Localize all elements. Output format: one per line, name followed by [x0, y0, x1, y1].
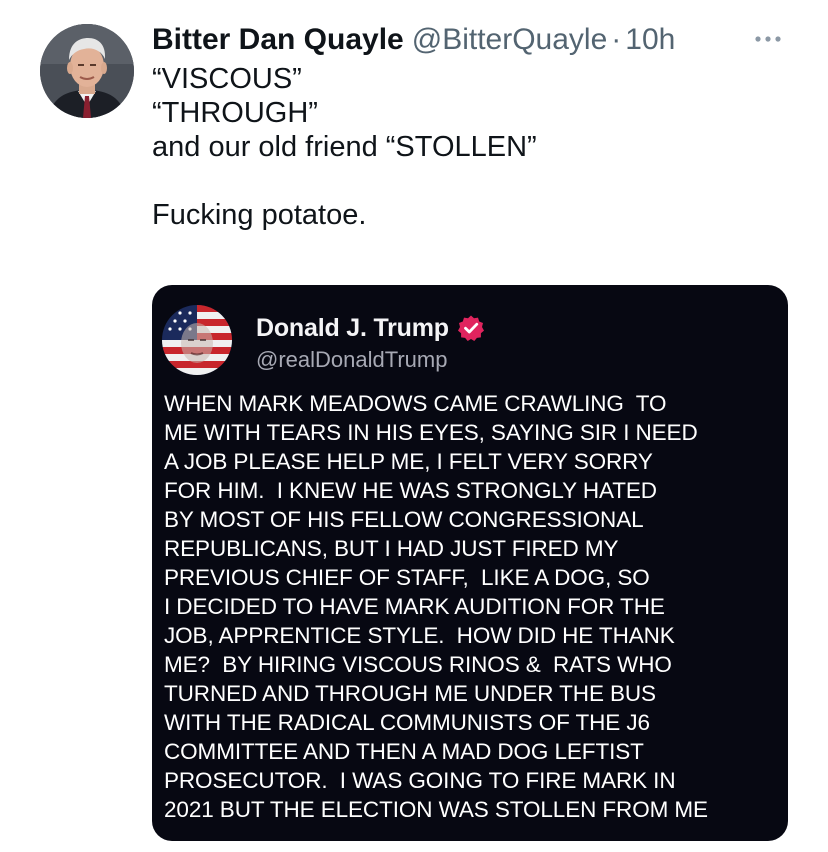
tweet-text: “VISCOUS” “THROUGH” and our old friend “… — [152, 62, 782, 232]
tweet-text-line: “VISCOUS” — [152, 63, 302, 95]
user-handle[interactable]: @BitterQuayle — [412, 20, 608, 60]
tweet-text-line: and our old friend “STOLLEN” — [152, 131, 537, 163]
embedded-text-line: ME? BY HIRING VISCOUS RINOS & RATS WHO — [164, 652, 672, 677]
separator-dot: · — [611, 23, 622, 56]
embedded-handle: @realDonaldTrump — [256, 347, 448, 372]
tweet-header: Bitter Dan Quayle @BitterQuayle · 10h — [152, 20, 675, 60]
embedded-text-line: PROSECUTOR. I WAS GOING TO FIRE MARK IN — [164, 768, 676, 793]
more-options-button[interactable] — [748, 24, 788, 54]
embedded-text-line: COMMITTEE AND THEN A MAD DOG LEFTIST — [164, 739, 644, 764]
display-name[interactable]: Bitter Dan Quayle — [152, 20, 404, 60]
embedded-text-line: JOB, APPRENTICE STYLE. HOW DID HE THANK — [164, 623, 675, 648]
verified-badge-icon — [457, 314, 485, 342]
embedded-text-line: WITH THE RADICAL COMMUNISTS OF THE J6 — [164, 710, 650, 735]
embedded-text-line: WHEN MARK MEADOWS CAME CRAWLING TO — [164, 391, 667, 416]
tweet-text-line: Fucking potatoe. — [152, 199, 367, 231]
embedded-text-line: TURNED AND THROUGH ME UNDER THE BUS — [164, 681, 656, 706]
embedded-text-line: I DECIDED TO HAVE MARK AUDITION FOR THE — [164, 594, 665, 619]
timestamp[interactable]: 10h — [625, 20, 675, 60]
embedded-text-line: BY MOST OF HIS FELLOW CONGRESSIONAL — [164, 507, 644, 532]
embedded-text-line: 2021 BUT THE ELECTION WAS STOLLEN FROM M… — [164, 797, 708, 822]
flag-face-avatar-icon — [162, 305, 232, 375]
ellipsis-icon — [755, 36, 781, 42]
avatar[interactable] — [40, 24, 134, 118]
embedded-post-text: WHEN MARK MEADOWS CAME CRAWLING TO ME WI… — [164, 389, 788, 824]
embedded-avatar — [162, 305, 232, 375]
embedded-text-line: FOR HIM. I KNEW HE WAS STRONGLY HATED — [164, 478, 657, 503]
embedded-text-line: A JOB PLEASE HELP ME, I FELT VERY SORRY — [164, 449, 653, 474]
tweet-text-line: “THROUGH” — [152, 97, 318, 129]
embedded-text-line: REPUBLICANS, BUT I HAD JUST FIRED MY — [164, 536, 619, 561]
embedded-name-row: Donald J. Trump — [256, 311, 485, 345]
tweet-media-image[interactable]: Donald J. Trump @realDonaldTrump WHEN MA… — [152, 285, 788, 841]
embedded-display-name: Donald J. Trump — [256, 313, 449, 342]
profile-photo — [40, 24, 134, 118]
embedded-text-line: ME WITH TEARS IN HIS EYES, SAYING SIR I … — [164, 420, 698, 445]
embedded-text-line: PREVIOUS CHIEF OF STAFF, LIKE A DOG, SO — [164, 565, 650, 590]
